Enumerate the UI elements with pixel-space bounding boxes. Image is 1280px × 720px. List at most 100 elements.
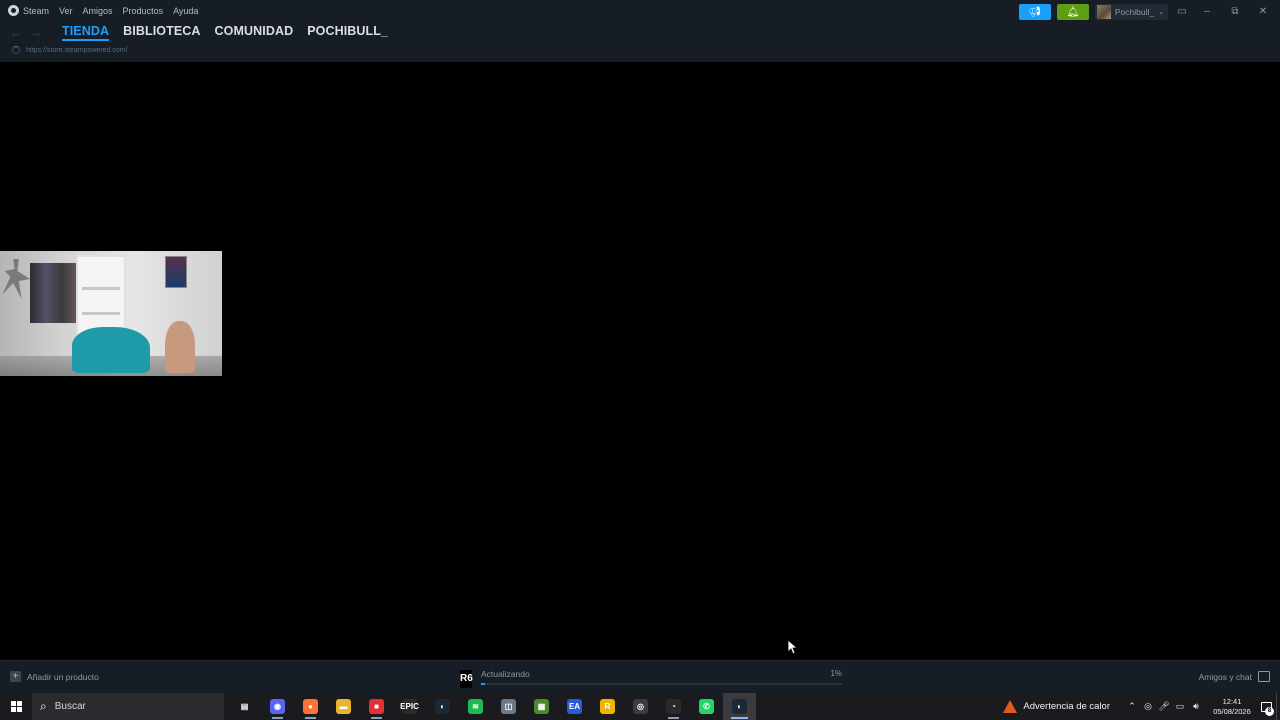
taskbar-app-steam[interactable]: ◐ [723, 693, 756, 720]
task-view-icon: ▤ [237, 699, 252, 714]
download-status-label: Actualizando [481, 669, 530, 679]
system-tray: Advertencia de calor ⌃ ◎ 🎤︎ ▭ 🔊︎ 12:41 0… [1003, 693, 1280, 720]
chevron-down-icon: ⌄ [1158, 9, 1164, 16]
taskbar-app-file-explorer[interactable]: ▬ [327, 693, 360, 720]
download-progress-track [481, 683, 842, 685]
store-content [0, 62, 1280, 660]
file-explorer-icon: ▬ [336, 699, 351, 714]
discord-icon: ◉ [270, 699, 285, 714]
taskbar-clock[interactable]: 12:41 05/08/2026 [1210, 697, 1254, 717]
taskbar-app-app-grey[interactable]: ◫ [492, 693, 525, 720]
epic-games-icon: EPIC [400, 699, 419, 714]
menu-steam[interactable]: Steam [23, 6, 49, 16]
steam-logo-icon [8, 5, 19, 16]
notifications-button[interactable]: 🔔︎ [1056, 4, 1089, 20]
minecraft-icon: ▦ [534, 699, 549, 714]
user-menu[interactable]: Pochibull_ ⌄ [1094, 4, 1168, 20]
menu-ver[interactable]: Ver [59, 6, 73, 16]
bell-icon: 🔔︎ [1066, 6, 1080, 18]
download-percent: 1% [830, 669, 842, 678]
taskbar-app-task-view[interactable]: ▤ [228, 693, 261, 720]
steam-small-icon: ◐ [435, 699, 450, 714]
chat-icon [1258, 671, 1270, 682]
taskbar-app-epic-games[interactable]: EPIC [393, 693, 426, 720]
add-product-label: Añadir un producto [27, 671, 99, 682]
taskbar-app-obs[interactable]: ◎ [624, 693, 657, 720]
user-name: Pochibull_ [1114, 7, 1155, 17]
obs-icon: ◎ [633, 699, 648, 714]
notification-center-button[interactable]: 8 [1256, 693, 1276, 720]
add-product-button[interactable]: + Añadir un producto [10, 671, 99, 682]
webcam-clothes-rack [30, 263, 78, 323]
steam-titlebar: Steam Ver Amigos Productos Ayuda ← → TIE… [0, 0, 1280, 62]
taskbar-app-whatsapp[interactable]: ✆ [690, 693, 723, 720]
taskbar-search[interactable]: ⌕ Buscar [32, 693, 224, 720]
tab-biblioteca[interactable]: BIBLIOTECA [123, 24, 200, 41]
minimize-icon[interactable]: – [1196, 4, 1218, 20]
windows-logo-icon [10, 701, 22, 712]
webcam-person [165, 321, 195, 373]
steam-bottombar: + Añadir un producto R6 Actualizando 1% … [0, 660, 1280, 693]
main-tabs: TIENDA BIBLIOTECA COMUNIDAD POCHIBULL_ [62, 24, 388, 41]
url-text[interactable]: https://store.steampowered.com/ [26, 47, 128, 54]
app-grey-icon: ◫ [501, 699, 516, 714]
ea-app-icon: EA [567, 699, 582, 714]
tab-tienda[interactable]: TIENDA [62, 24, 110, 41]
taskbar-app-rockstar[interactable]: R [591, 693, 624, 720]
taskbar-app-red-app[interactable]: ■ [360, 693, 393, 720]
notification-badge: 8 [1265, 707, 1274, 716]
loading-spinner-icon [12, 46, 20, 54]
webcam-poster [165, 256, 187, 288]
spotify-icon: ≋ [468, 699, 483, 714]
clock-time: 12:41 [1222, 696, 1242, 706]
app-red-circle-icon: ◔ [666, 699, 681, 714]
search-icon: ⌕ [40, 699, 47, 713]
steam-icon: ◐ [732, 699, 747, 714]
camera-icon[interactable]: ◎ [1140, 701, 1156, 712]
steam-nav: ← → TIENDA BIBLIOTECA COMUNIDAD POCHIBUL… [8, 24, 388, 41]
friends-chat-button[interactable]: Amigos y chat [1199, 671, 1270, 682]
start-button[interactable] [0, 693, 32, 720]
avatar [1096, 5, 1111, 19]
taskbar-app-spotify[interactable]: ≋ [459, 693, 492, 720]
red-app-icon: ■ [369, 699, 384, 714]
plus-icon: + [10, 671, 21, 682]
forward-arrow-icon[interactable]: → [28, 25, 44, 41]
whatsapp-icon: ✆ [699, 699, 714, 714]
back-arrow-icon[interactable]: ← [8, 25, 24, 41]
taskbar-app-discord[interactable]: ◉ [261, 693, 294, 720]
big-picture-monitor-icon[interactable]: ▭ [1174, 4, 1190, 20]
taskbar-app-steam-small[interactable]: ◐ [426, 693, 459, 720]
taskbar-app-app-red-circle[interactable]: ◔ [657, 693, 690, 720]
steam-menubar: Steam Ver Amigos Productos Ayuda [8, 5, 198, 16]
heat-warning[interactable]: Advertencia de calor [1003, 700, 1110, 713]
search-placeholder: Buscar [54, 701, 86, 712]
tab-comunidad[interactable]: COMUNIDAD [215, 24, 294, 41]
microphone-icon[interactable]: 🎤︎ [1156, 701, 1172, 712]
url-row: https://store.steampowered.com/ [12, 46, 128, 54]
announcements-button[interactable]: 📢︎ [1018, 4, 1051, 20]
menu-amigos[interactable]: Amigos [83, 6, 113, 16]
titlebar-controls: 📢︎ 🔔︎ Pochibull_ ⌄ ▭ – ⧉ ✕ [1018, 4, 1274, 20]
chevron-up-icon[interactable]: ⌃ [1124, 701, 1140, 712]
network-icon[interactable]: ▭ [1172, 701, 1188, 712]
heat-warning-label: Advertencia de calor [1023, 701, 1110, 712]
menu-ayuda[interactable]: Ayuda [173, 6, 198, 16]
taskbar-app-ea-app[interactable]: EA [558, 693, 591, 720]
volume-icon[interactable]: 🔊︎ [1188, 701, 1204, 712]
restore-icon[interactable]: ⧉ [1224, 4, 1246, 20]
windows-taskbar: ⌕ Buscar ▤ ◉ ● ▬ ■ EPIC ◐ ≋ ◫ ▦ EA R ◎ ◔ ✆ ◐ Advertenci… [0, 693, 1280, 720]
menu-productos[interactable]: Productos [123, 6, 164, 16]
taskbar-apps: ▤ ◉ ● ▬ ■ EPIC ◐ ≋ ◫ ▦ EA R ◎ ◔ ✆ ◐ [228, 693, 756, 720]
close-icon[interactable]: ✕ [1252, 4, 1274, 20]
rockstar-icon: R [600, 699, 615, 714]
download-progress-fill [481, 683, 485, 685]
taskbar-app-minecraft[interactable]: ▦ [525, 693, 558, 720]
taskbar-app-firefox[interactable]: ● [294, 693, 327, 720]
game-icon: R6 [460, 670, 473, 688]
firefox-icon: ● [303, 699, 318, 714]
friends-chat-label: Amigos y chat [1198, 671, 1252, 682]
megaphone-icon: 📢︎ [1028, 6, 1042, 18]
tab-profile[interactable]: POCHIBULL_ [307, 24, 388, 41]
show-desktop-button[interactable] [1276, 693, 1280, 720]
